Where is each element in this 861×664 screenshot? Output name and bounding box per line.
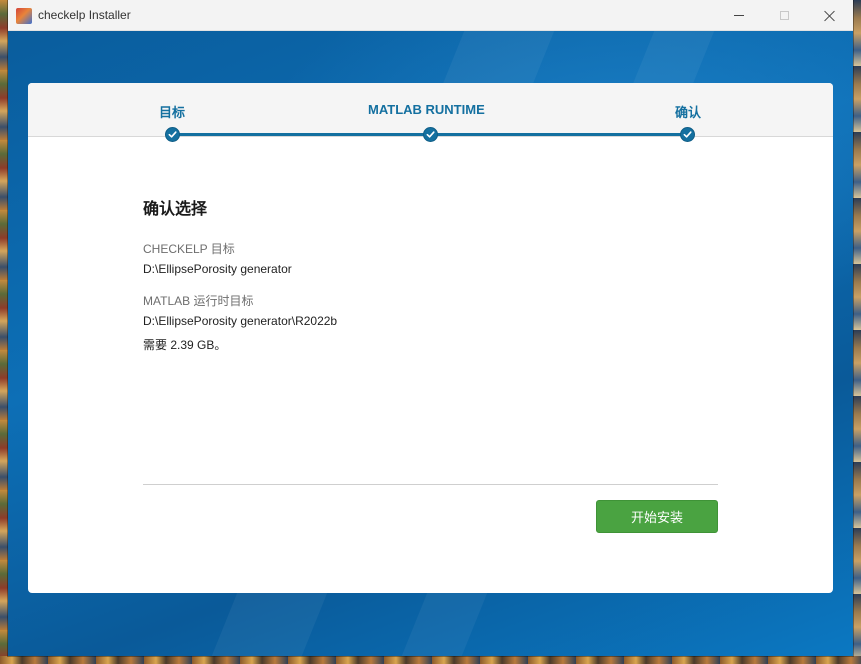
step-label-matlab-runtime: MATLAB RUNTIME bbox=[368, 102, 485, 117]
runtime-target-value: D:\EllipsePorosity generator\R2022b bbox=[143, 314, 338, 328]
installer-window: checkelp Installer 目标 MATLAB RUNTIME 确认 bbox=[8, 0, 853, 656]
step-label-target: 目标 bbox=[159, 105, 186, 120]
app-icon bbox=[16, 8, 32, 24]
minimize-button[interactable] bbox=[716, 0, 762, 31]
runtime-target-label: MATLAB 运行时目标 bbox=[143, 294, 254, 308]
required-space-text: 需要 2.39 GB。 bbox=[143, 338, 227, 352]
step-progress: 目标 MATLAB RUNTIME 确认 bbox=[28, 83, 833, 142]
maximize-button[interactable] bbox=[761, 0, 807, 31]
footer-divider bbox=[143, 484, 718, 485]
installer-panel: 目标 MATLAB RUNTIME 确认 确认选择 CHECKELP 目标 D:… bbox=[28, 83, 833, 593]
step-complete-check-icon bbox=[423, 127, 438, 142]
close-button[interactable] bbox=[807, 0, 853, 31]
title-bar[interactable]: checkelp Installer bbox=[8, 0, 853, 31]
step-complete-check-icon bbox=[680, 127, 695, 142]
step-complete-check-icon bbox=[165, 127, 180, 142]
window-title: checkelp Installer bbox=[38, 8, 131, 22]
minimize-icon bbox=[734, 15, 744, 16]
begin-install-button[interactable]: 开始安装 bbox=[596, 500, 718, 533]
step-label-confirm: 确认 bbox=[675, 105, 702, 120]
maximize-icon bbox=[779, 11, 789, 20]
checkelp-target-label: CHECKELP 目标 bbox=[143, 242, 235, 256]
close-icon bbox=[824, 10, 836, 22]
checkelp-target-value: D:\EllipsePorosity generator bbox=[143, 262, 292, 276]
page-title: 确认选择 bbox=[143, 201, 208, 218]
desktop-background-bottom bbox=[0, 656, 861, 664]
desktop-background-right bbox=[853, 0, 861, 664]
